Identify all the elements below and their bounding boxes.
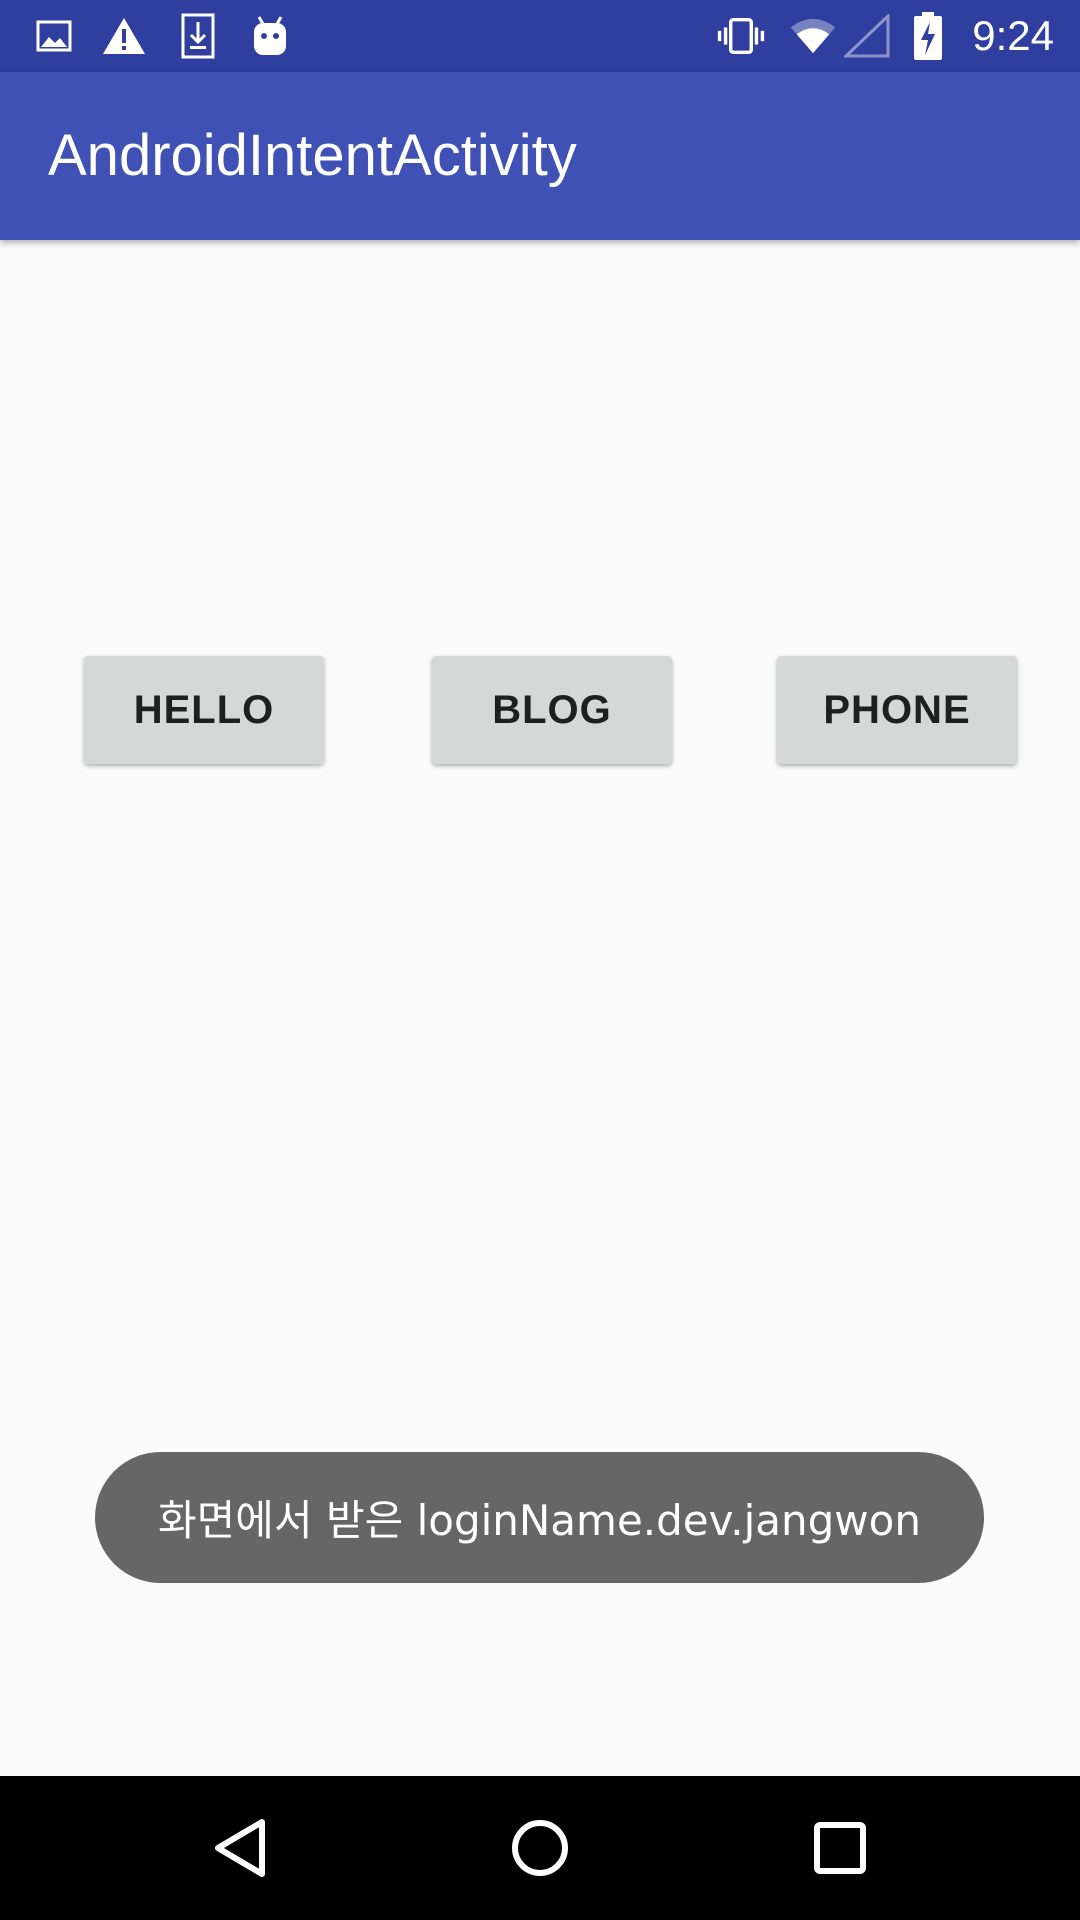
back-icon[interactable] <box>192 1800 288 1896</box>
hello-button[interactable]: HELLO <box>84 656 324 764</box>
blog-button[interactable]: BLOG <box>432 656 672 764</box>
battery-charging-icon <box>904 12 952 60</box>
download-icon <box>174 12 222 60</box>
vibrate-icon <box>717 12 765 60</box>
app-bar: AndroidIntentActivity <box>0 72 1080 240</box>
cell-signal-icon <box>843 12 891 60</box>
toast-message: 화면에서 받은 loginName.dev.jangwon <box>158 1496 921 1545</box>
home-icon[interactable] <box>492 1800 588 1896</box>
gallery-icon <box>30 12 78 60</box>
android-icon <box>246 12 294 60</box>
nav-bar <box>0 1776 1080 1920</box>
warning-icon <box>100 12 148 60</box>
phone-button[interactable]: PHONE <box>777 656 1017 764</box>
app-title: AndroidIntentActivity <box>48 123 577 188</box>
wifi-icon <box>789 12 837 60</box>
status-time: 9:24 <box>972 12 1054 59</box>
recents-icon[interactable] <box>792 1800 888 1896</box>
status-bar: 9:24 <box>0 0 1080 72</box>
toast: 화면에서 받은 loginName.dev.jangwon <box>95 1452 984 1583</box>
